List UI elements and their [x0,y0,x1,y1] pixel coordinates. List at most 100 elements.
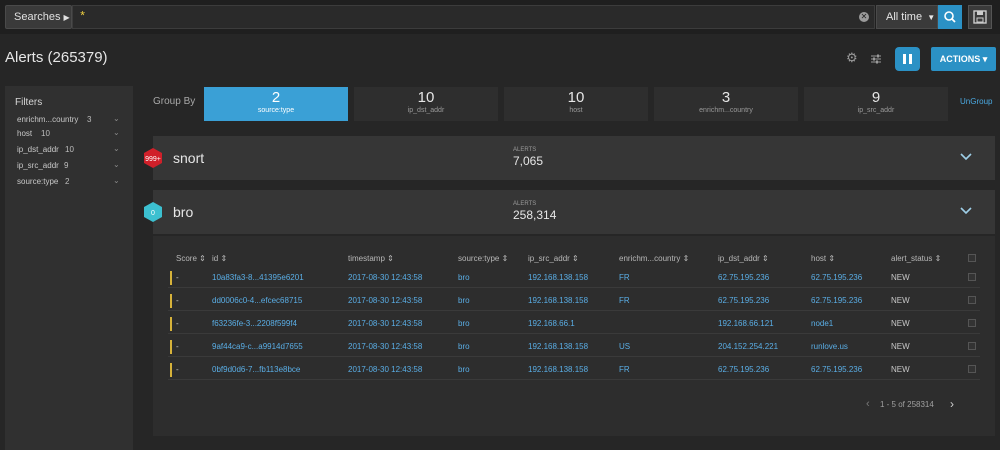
chevron-down-icon[interactable]: ⌄ [113,160,120,169]
group-by-label: Group By [153,96,196,107]
cell-timestamp[interactable]: 2017-08-30 12:43:58 [348,296,422,305]
filter-item-host[interactable]: host 10 ⌄ [17,128,127,142]
table-row[interactable]: - 10a83fa3-8...41395e6201 2017-08-30 12:43… [168,268,980,288]
select-all-checkbox[interactable] [968,254,976,262]
chevron-down-icon[interactable]: ⌄ [113,114,120,123]
cell-ip-dst-addr[interactable]: 192.168.66.121 [718,319,774,328]
search-icon [944,11,956,23]
cell-id[interactable]: 0bf9d0d6-7...fb113e8bce [212,365,300,374]
cell-ip-src-addr[interactable]: 192.168.138.158 [528,296,588,305]
score-indicator [170,294,172,308]
cell-country[interactable]: FR [619,296,630,305]
cell-ip-dst-addr[interactable]: 62.75.195.236 [718,365,769,374]
column-header-score[interactable]: Score ⇕ [176,254,206,263]
cell-id[interactable]: dd0006c0-4...efcec68715 [212,296,302,305]
cell-ip-dst-addr[interactable]: 62.75.195.236 [718,273,769,282]
column-header-id[interactable]: id ⇕ [212,254,227,263]
table-row[interactable]: - 0bf9d0d6-7...fb113e8bce 2017-08-30 12:43… [168,360,980,380]
filter-item-source-type[interactable]: source:type 2 ⌄ [17,176,127,190]
column-label: ip_src_addr [528,254,570,263]
cell-source-type[interactable]: bro [458,296,470,305]
filter-name: ip_dst_addr [17,145,59,154]
group-by-tile-source-type[interactable]: 2 source:type [204,87,348,121]
pause-icon-right-bar [909,54,912,64]
column-header-source-type[interactable]: source:type ⇕ [458,254,508,263]
cell-ip-src-addr[interactable]: 192.168.138.158 [528,342,588,351]
cell-host[interactable]: 62.75.195.236 [811,273,862,282]
chevron-down-icon[interactable] [959,204,973,218]
chevron-down-icon[interactable]: ⌄ [113,176,120,185]
cell-host[interactable]: 62.75.195.236 [811,365,862,374]
cell-timestamp[interactable]: 2017-08-30 12:43:58 [348,319,422,328]
column-header-country[interactable]: enrichm...country ⇕ [619,254,689,263]
gear-icon[interactable]: ⚙ [846,51,858,64]
table-row[interactable]: - f63236fe-3...2208f599f4 2017-08-30 12:43… [168,314,980,334]
search-button[interactable] [938,5,962,29]
cell-timestamp[interactable]: 2017-08-30 12:43:58 [348,273,422,282]
cell-country[interactable]: US [619,342,630,351]
time-range-dropdown[interactable]: All time ▼ [876,5,938,29]
filter-item-enrichments-country[interactable]: enrichm...country 3 ⌄ [17,114,127,128]
searches-button[interactable]: Searches ▶ [5,5,72,29]
cell-ip-src-addr[interactable]: 192.168.66.1 [528,319,575,328]
column-header-ip-src-addr[interactable]: ip_src_addr ⇕ [528,254,579,263]
column-header-ip-dst-addr[interactable]: ip_dst_addr ⇕ [718,254,769,263]
group-by-tile-ip-src-addr[interactable]: 9 ip_src_addr [804,87,948,121]
ungroup-link[interactable]: UnGroup [960,97,992,106]
cell-host[interactable]: node1 [811,319,833,328]
chevron-down-icon[interactable]: ⌄ [113,144,120,153]
table-row[interactable]: - 9af44ca9-c...a9914d7655 2017-08-30 12:43… [168,337,980,357]
group-by-tile-host[interactable]: 10 host [504,87,648,121]
chevron-left-icon[interactable]: ‹ [866,398,870,410]
actions-button[interactable]: ACTIONS ▾ [931,47,996,71]
cell-ip-src-addr[interactable]: 192.168.138.158 [528,273,588,282]
cell-ip-dst-addr[interactable]: 204.152.254.221 [718,342,778,351]
group-by-tile-enrichments-country[interactable]: 3 enrichm...country [654,87,798,121]
cell-ip-src-addr[interactable]: 192.168.138.158 [528,365,588,374]
cell-ip-dst-addr[interactable]: 62.75.195.236 [718,296,769,305]
save-search-button[interactable] [968,5,992,29]
chevron-down-icon[interactable]: ⌄ [113,128,120,137]
row-checkbox[interactable] [968,365,976,373]
column-header-alert-status[interactable]: alert_status ⇕ [891,254,941,263]
filter-name: host [17,129,33,138]
row-checkbox[interactable] [968,319,976,327]
group-name: bro [173,204,194,220]
cell-source-type[interactable]: bro [458,342,470,351]
filter-count: 3 [87,115,92,124]
table-row[interactable]: - dd0006c0-4...efcec68715 2017-08-30 12:43… [168,291,980,311]
cell-country[interactable]: FR [619,273,630,282]
searches-label: Searches [14,11,61,23]
cell-source-type[interactable]: bro [458,273,470,282]
filter-item-ip-src-addr[interactable]: ip_src_addr 9 ⌄ [17,160,127,174]
cell-timestamp[interactable]: 2017-08-30 12:43:58 [348,342,422,351]
cell-id[interactable]: 9af44ca9-c...a9914d7655 [212,342,303,351]
search-input[interactable]: * [72,5,875,29]
cell-source-type[interactable]: bro [458,365,470,374]
column-header-timestamp[interactable]: timestamp ⇕ [348,254,394,263]
cell-source-type[interactable]: bro [458,319,470,328]
cell-id[interactable]: 10a83fa3-8...41395e6201 [212,273,304,282]
cell-country[interactable]: FR [619,365,630,374]
column-header-host[interactable]: host ⇕ [811,254,835,263]
filter-name: source:type [17,177,59,186]
group-by-tile-ip-dst-addr[interactable]: 10 ip_dst_addr [354,87,498,121]
cell-host[interactable]: 62.75.195.236 [811,296,862,305]
group-panel-bro[interactable]: 0 bro ALERTS 258,314 [144,190,995,234]
clear-search-icon[interactable]: ✕ [859,12,869,22]
cell-timestamp[interactable]: 2017-08-30 12:43:58 [348,365,422,374]
cell-host[interactable]: runlove.us [811,342,848,351]
row-checkbox[interactable] [968,342,976,350]
group-name: snort [173,150,205,166]
score-indicator [170,271,172,285]
group-panel-snort[interactable]: 999+ snort ALERTS 7,065 [144,136,995,180]
row-checkbox[interactable] [968,273,976,281]
sliders-icon[interactable] [870,52,882,64]
chevron-right-icon[interactable]: › [950,397,954,411]
chevron-down-icon[interactable] [959,150,973,164]
row-checkbox[interactable] [968,296,976,304]
cell-id[interactable]: f63236fe-3...2208f599f4 [212,319,297,328]
pause-button[interactable] [895,47,920,71]
column-label: id [212,254,219,263]
filter-item-ip-dst-addr[interactable]: ip_dst_addr 10 ⌄ [17,144,127,158]
